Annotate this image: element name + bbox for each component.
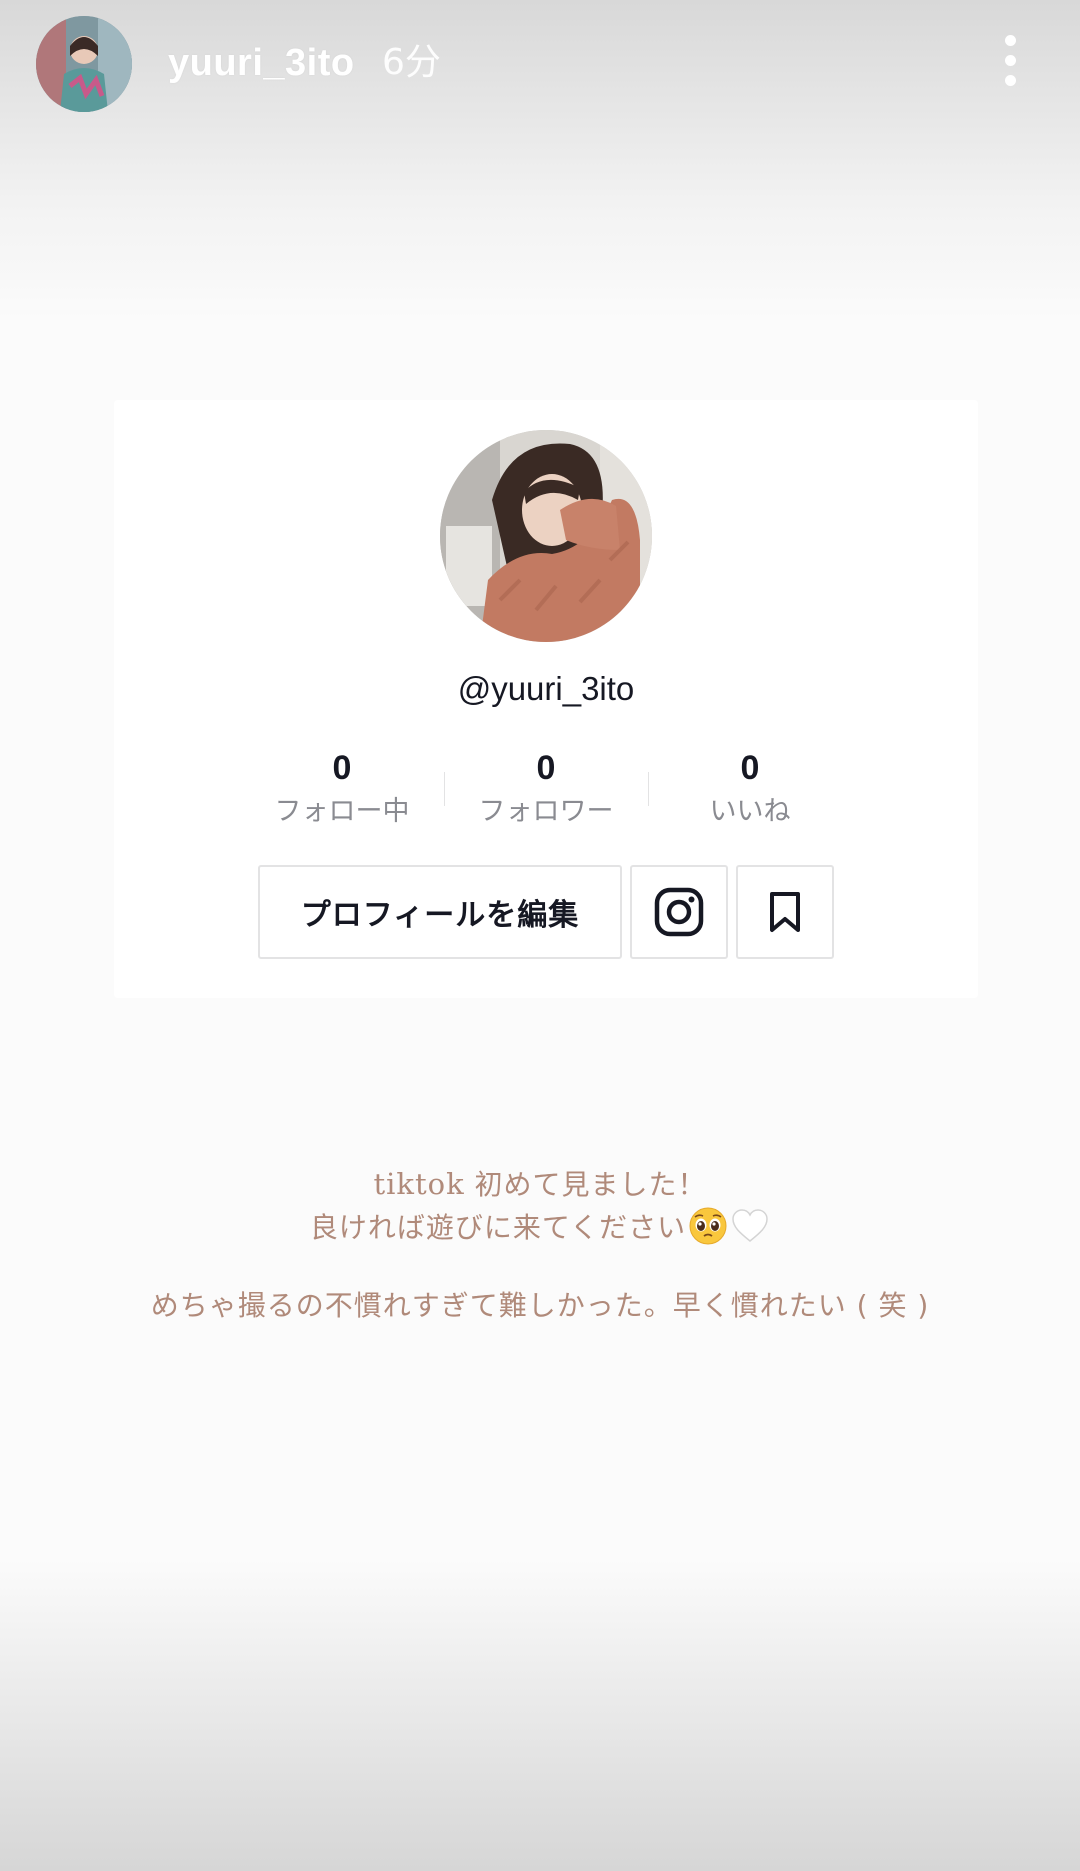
caption-line-3: めちゃ撮るの不慣れすぎて難しかった。早く慣れたい ( 笑 )	[0, 1284, 1080, 1328]
caption-line-2: 良ければ遊びに来てください	[0, 1206, 1080, 1250]
edit-profile-button[interactable]: プロフィールを編集	[258, 865, 622, 959]
stat-value: 0	[536, 749, 556, 787]
stat-following[interactable]: 0 フォロー中	[242, 748, 442, 832]
story-username[interactable]: yuuri_3ito	[168, 38, 355, 88]
pleading-face-emoji	[689, 1207, 727, 1245]
stat-likes[interactable]: 0 いいね	[650, 748, 850, 832]
story-header: yuuri_3ito 6分	[0, 0, 1080, 130]
stat-label: フォロー中	[274, 796, 410, 827]
instagram-icon	[654, 887, 704, 937]
stat-divider	[648, 772, 649, 806]
profile-photo	[440, 430, 652, 642]
bookmark-icon	[770, 892, 800, 932]
stat-label: いいね	[709, 796, 791, 827]
caption-latin: tiktok	[373, 1167, 465, 1201]
more-vertical-icon[interactable]	[990, 30, 1030, 90]
stat-label: フォロワー	[478, 796, 614, 827]
instagram-button[interactable]	[630, 865, 728, 959]
caption-line-1: tiktok 初めて見ました！	[0, 1162, 1080, 1207]
bookmark-button[interactable]	[736, 865, 834, 959]
caption-text: 初めて見ました！	[464, 1168, 707, 1201]
stat-value: 0	[740, 749, 760, 787]
caption-text: 良ければ遊びに来てください	[309, 1211, 687, 1244]
profile-handle: @yuuri_3ito	[457, 670, 635, 707]
edit-profile-label: プロフィールを編集	[300, 898, 580, 933]
story-timestamp: 6分	[382, 42, 441, 83]
caption-text: めちゃ撮るの不慣れすぎて難しかった。早く慣れたい ( 笑 )	[150, 1289, 930, 1322]
story-avatar[interactable]	[36, 16, 132, 112]
white-heart-emoji	[732, 1209, 768, 1242]
stat-divider	[444, 772, 445, 806]
stat-value: 0	[332, 749, 352, 787]
stat-followers[interactable]: 0 フォロワー	[446, 748, 646, 832]
